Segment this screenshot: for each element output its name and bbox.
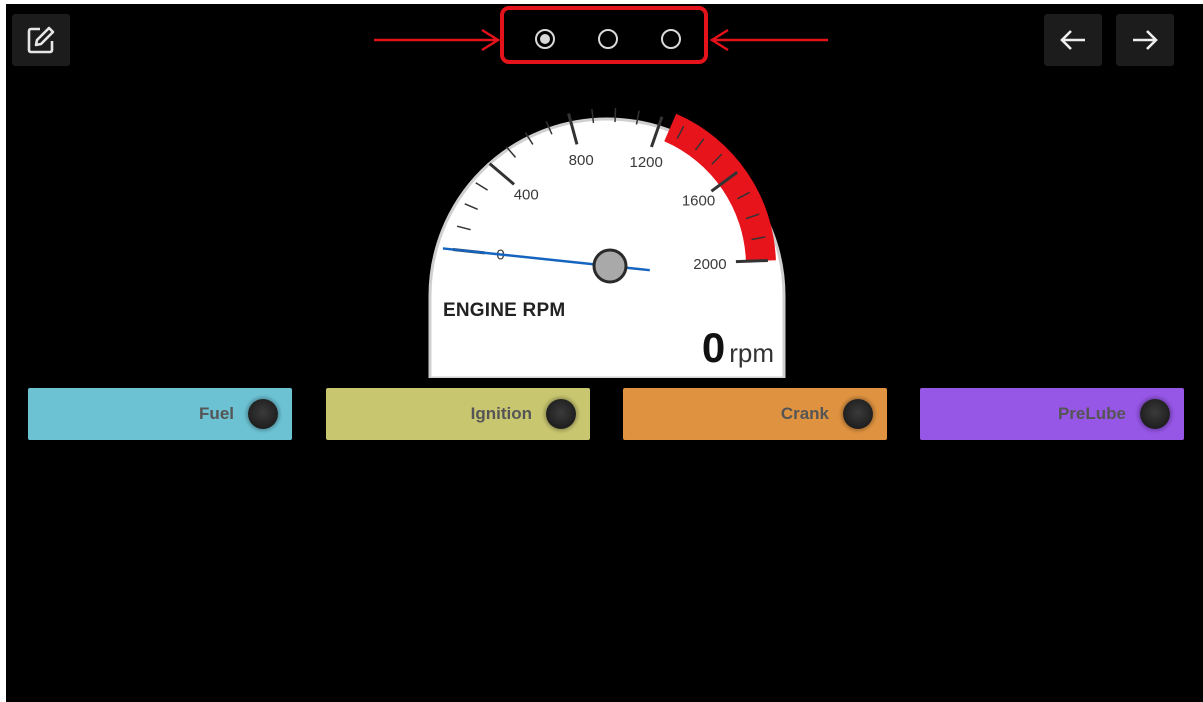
- fuel-indicator-light: [248, 399, 278, 429]
- gauge-title: ENGINE RPM: [443, 300, 566, 321]
- ignition-button[interactable]: Ignition: [326, 388, 590, 440]
- ignition-label: Ignition: [470, 404, 532, 423]
- fuel-button[interactable]: Fuel: [28, 388, 292, 440]
- gauge-tick-label: 800: [569, 152, 594, 169]
- page-dot-1[interactable]: [535, 29, 555, 49]
- page-indicator: [500, 6, 708, 64]
- crank-indicator-light: [843, 399, 873, 429]
- page-dot-2[interactable]: [598, 29, 618, 49]
- crank-button[interactable]: Crank: [623, 388, 887, 440]
- gauge-tick: [735, 258, 768, 264]
- crank-label: Crank: [780, 404, 829, 423]
- forward-button[interactable]: [1116, 14, 1174, 66]
- gauge-readout: 0 rpm: [606, 324, 774, 372]
- gauge-tick-label: 400: [514, 187, 539, 204]
- prelube-indicator-light: [1140, 399, 1170, 429]
- gauge-unit: rpm: [729, 338, 774, 368]
- arrow-left-icon: [1060, 30, 1085, 50]
- gauge-tick-label: 1200: [629, 154, 662, 171]
- app-screen: 0 400 800 1200 1600 2000 ENGINE RPM 0 rpm Fue…: [6, 4, 1203, 702]
- fuel-label: Fuel: [199, 404, 234, 423]
- ignition-indicator-light: [546, 399, 576, 429]
- page-dot-3[interactable]: [661, 29, 681, 49]
- back-button[interactable]: [1044, 14, 1102, 66]
- gauge-tick-label: 2000: [693, 256, 726, 273]
- gauge-value: 0: [701, 324, 726, 371]
- prelube-button[interactable]: PreLube: [920, 388, 1184, 440]
- gauge-tick-label: 1600: [682, 193, 715, 210]
- prelube-label: PreLube: [1057, 404, 1126, 423]
- arrow-right-icon: [1133, 30, 1158, 50]
- gauge-hub: [592, 248, 628, 284]
